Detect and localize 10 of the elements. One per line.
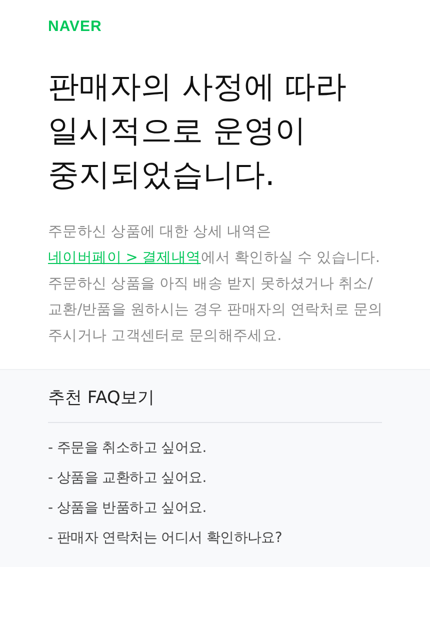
- faq-link[interactable]: - 상품을 교환하고 싶어요.: [48, 470, 206, 486]
- faq-link[interactable]: - 상품을 반품하고 싶어요.: [48, 500, 206, 516]
- message-text: 주문하신 상품을 아직 배송 받지 못하셨거나 취소/교환/반품을 원하시는 경우 판매자의 연락처로 문의 주시거나 고객센터로 문의해주세요.: [48, 275, 384, 346]
- page-title-line: 중지되었습니다.: [48, 156, 276, 195]
- notice-text: 주문하신 상품에 대한 상세 내역은 네이버페이 > 결제내역 에서 확인하실 수 있습니다.: [48, 223, 381, 268]
- page-title-line: 판매자의 사정에 따라: [48, 68, 348, 107]
- faq-link[interactable]: - 주문을 취소하고 싶어요.: [48, 440, 206, 456]
- page-title-line: 일시적으로 운영이: [48, 112, 307, 151]
- faq-heading: 추천 FAQ보기: [48, 384, 382, 423]
- faq-link[interactable]: - 판매자 연락처는 어디서 확인하나요?: [48, 530, 282, 546]
